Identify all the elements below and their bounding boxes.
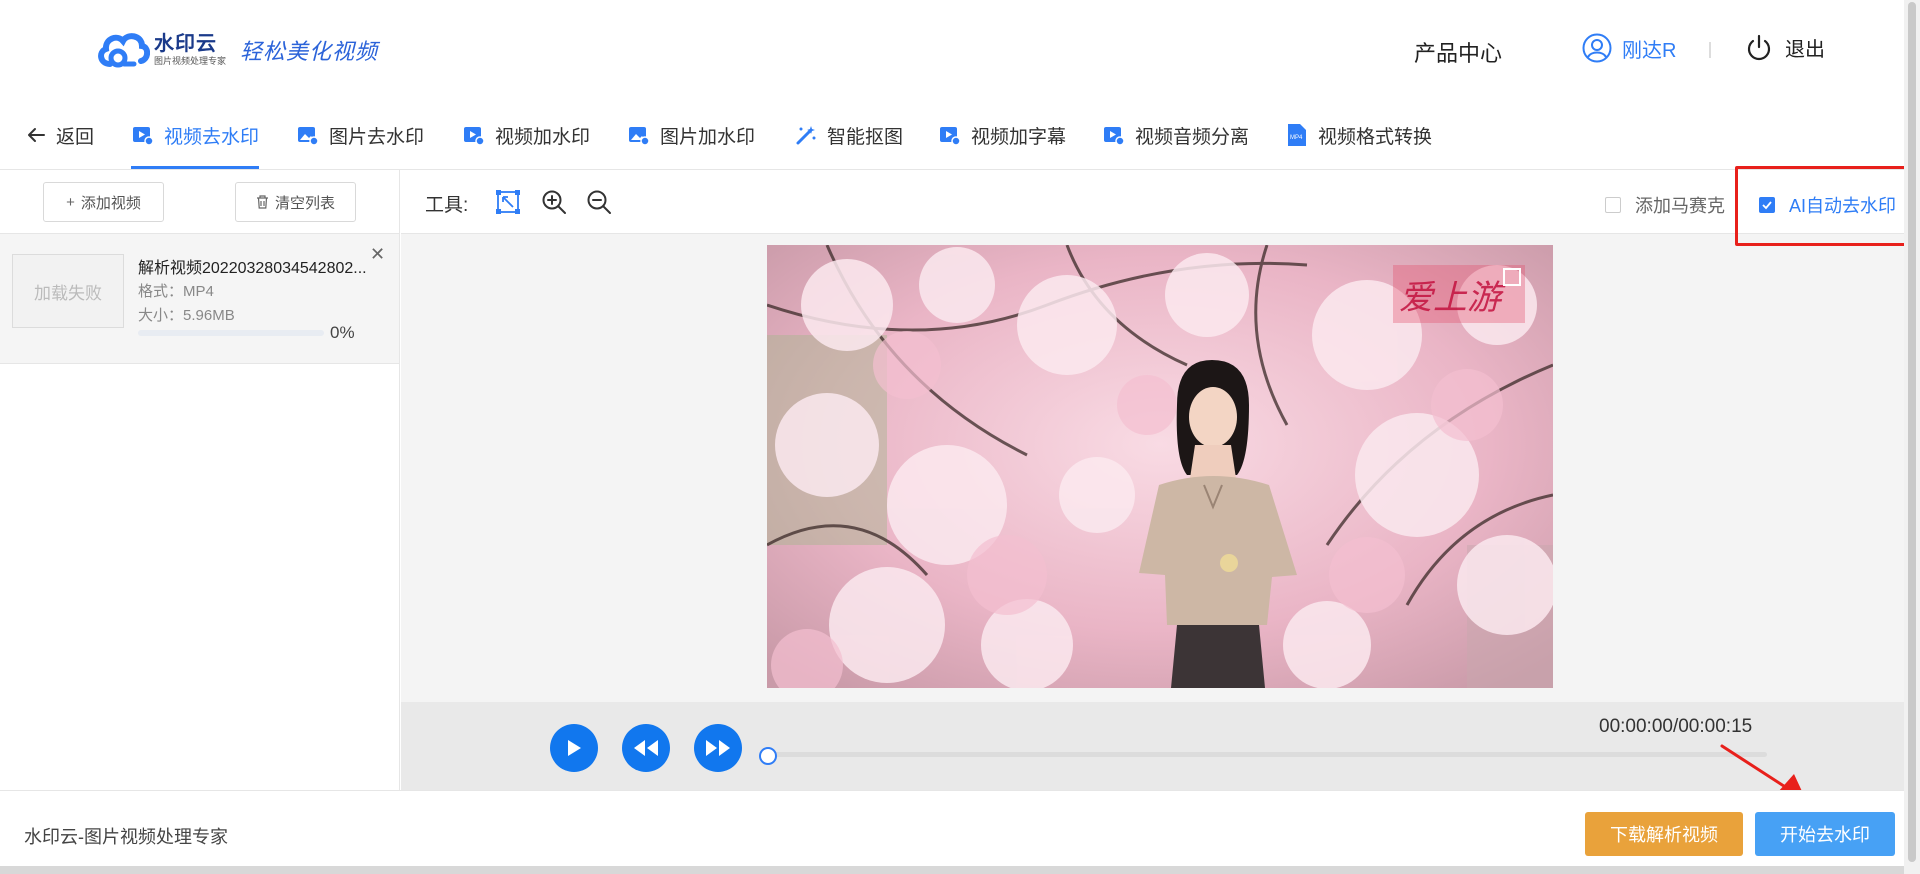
playback-scrubber-handle[interactable] (759, 747, 777, 765)
editor-toolbar: 工具: 添加马赛克 AI自动去水印 (401, 170, 1904, 234)
start-remove-watermark-button[interactable]: 开始去水印 (1755, 812, 1895, 856)
clear-list-label: 清空列表 (274, 194, 335, 212)
tab-image-add-watermark[interactable]: 图片加水印 (628, 100, 755, 170)
active-tab-indicator (131, 166, 259, 169)
bottom-bar: 水印云-图片视频处理专家 下载解析视频 开始去水印 (0, 790, 1904, 874)
vertical-scrollbar[interactable] (1904, 0, 1920, 874)
mosaic-checkbox-box[interactable] (1605, 197, 1621, 213)
fast-forward-icon (706, 740, 730, 756)
play-button[interactable] (550, 724, 598, 772)
thumbnail-status: 加载失败 (34, 283, 102, 303)
file-progress-bar (138, 330, 324, 336)
feature-tabs: 返回 视频去水印 图片去水印 视频加水印 图片加水印 智能抠图 视频加字幕 视频… (0, 100, 1904, 170)
horizontal-scrollbar[interactable] (0, 866, 1904, 874)
back-label: 返回 (56, 126, 95, 148)
logo-name: 水印云 (154, 33, 217, 55)
video-frame-image: 爱上游 (767, 245, 1553, 688)
video-icon (133, 127, 154, 146)
trash-icon (256, 195, 268, 209)
video-player-controls: 00:00:00/00:00:15 (401, 702, 1904, 790)
clear-list-button[interactable]: 清空列表 (235, 182, 356, 222)
logo[interactable]: 水印云 图片视频处理专家 轻松美化视频 (96, 28, 378, 72)
tab-video-remove-watermark[interactable]: 视频去水印 (132, 100, 259, 170)
tab-video-audio-separation[interactable]: 视频音频分离 (1103, 100, 1249, 170)
svg-text:MP4: MP4 (1290, 135, 1303, 141)
add-mosaic-checkbox[interactable]: 添加马赛克 (1605, 192, 1725, 218)
file-size: 大小：5.96MB (138, 307, 235, 324)
annotation-highlight-box (1735, 166, 1909, 246)
tab-label: 视频加水印 (495, 126, 591, 148)
file-name: 解析视频20220328034542802... (138, 260, 367, 277)
video-icon (464, 127, 485, 146)
svg-text:爱上游: 爱上游 (1399, 278, 1506, 318)
tab-smart-cutout[interactable]: 智能抠图 (795, 100, 903, 170)
tab-label: 图片加水印 (660, 126, 756, 148)
tab-label: 智能抠图 (827, 126, 904, 148)
user-menu[interactable]: 刚达R (1582, 33, 1676, 63)
magic-wand-icon (796, 126, 816, 145)
tab-label: 视频加字幕 (971, 126, 1067, 148)
tab-label: 图片去水印 (329, 126, 425, 148)
footer-brand: 水印云-图片视频处理专家 (24, 827, 228, 847)
logout-button[interactable]: 退出 (1745, 33, 1825, 62)
add-video-button[interactable]: + 添加视频 (43, 182, 164, 222)
image-icon (629, 127, 650, 146)
logout-label: 退出 (1785, 39, 1825, 61)
logo-slogan: 轻松美化视频 (240, 40, 379, 65)
tab-label: 视频去水印 (164, 126, 260, 148)
fast-forward-button[interactable] (694, 724, 742, 772)
arrow-left-icon (28, 128, 45, 142)
add-mosaic-label: 添加马赛克 (1635, 196, 1725, 216)
vertical-scrollbar-thumb[interactable] (1908, 2, 1916, 862)
logo-subtitle: 图片视频处理专家 (154, 56, 227, 66)
video-icon (940, 127, 961, 146)
video-icon (1104, 127, 1125, 146)
cloud-logo-icon (96, 28, 151, 72)
file-list-item[interactable]: 加载失败 解析视频20220328034542802... 格式：MP4 大小：… (0, 234, 399, 364)
logo-text: 水印云 图片视频处理专家 (154, 33, 226, 67)
tab-video-add-watermark[interactable]: 视频加水印 (463, 100, 590, 170)
remove-file-close-icon[interactable]: ✕ (370, 244, 385, 265)
file-list-toolbar: + 添加视频 清空列表 (0, 170, 399, 234)
plus-icon: + (66, 193, 75, 211)
tab-video-format-convert[interactable]: MP4 视频格式转换 (1286, 100, 1432, 170)
download-parsed-video-button[interactable]: 下载解析视频 (1585, 812, 1743, 856)
rewind-icon (634, 740, 658, 756)
power-icon (1747, 34, 1771, 60)
playback-time: 00:00:00/00:00:15 (1599, 716, 1753, 737)
file-list-panel: + 添加视频 清空列表 加载失败 解析视频20220328034542802..… (0, 170, 400, 790)
file-format: 格式：MP4 (138, 283, 214, 300)
tab-image-remove-watermark[interactable]: 图片去水印 (297, 100, 424, 170)
top-header: 水印云 图片视频处理专家 轻松美化视频 产品中心 刚达R 退出 (0, 0, 1920, 100)
image-icon (298, 127, 319, 146)
video-preview[interactable]: 爱上游 (767, 245, 1553, 688)
tab-video-add-subtitles[interactable]: 视频加字幕 (939, 100, 1066, 170)
back-button[interactable]: 返回 (26, 100, 94, 170)
playback-track[interactable] (760, 752, 1767, 757)
play-icon (568, 740, 581, 756)
zoom-out-icon[interactable] (586, 189, 612, 215)
video-thumbnail: 加载失败 (12, 254, 124, 328)
file-progress-percent: 0% (330, 323, 355, 342)
mp4-file-icon: MP4 (1288, 124, 1306, 146)
tab-label: 视频音频分离 (1135, 126, 1250, 148)
tools-label: 工具: (425, 195, 469, 216)
user-avatar-icon (1582, 33, 1612, 63)
tab-label: 视频格式转换 (1318, 126, 1433, 148)
add-video-label: 添加视频 (80, 194, 141, 212)
username: 刚达R (1622, 39, 1677, 62)
zoom-in-icon[interactable] (541, 189, 567, 215)
header-divider (1709, 42, 1711, 58)
select-region-icon[interactable] (495, 189, 521, 215)
product-center-link[interactable]: 产品中心 (1414, 36, 1502, 68)
rewind-button[interactable] (622, 724, 670, 772)
editor-area: 工具: 添加马赛克 AI自动去水印 爱上游 00:00:00/00:00:15 (401, 170, 1904, 790)
